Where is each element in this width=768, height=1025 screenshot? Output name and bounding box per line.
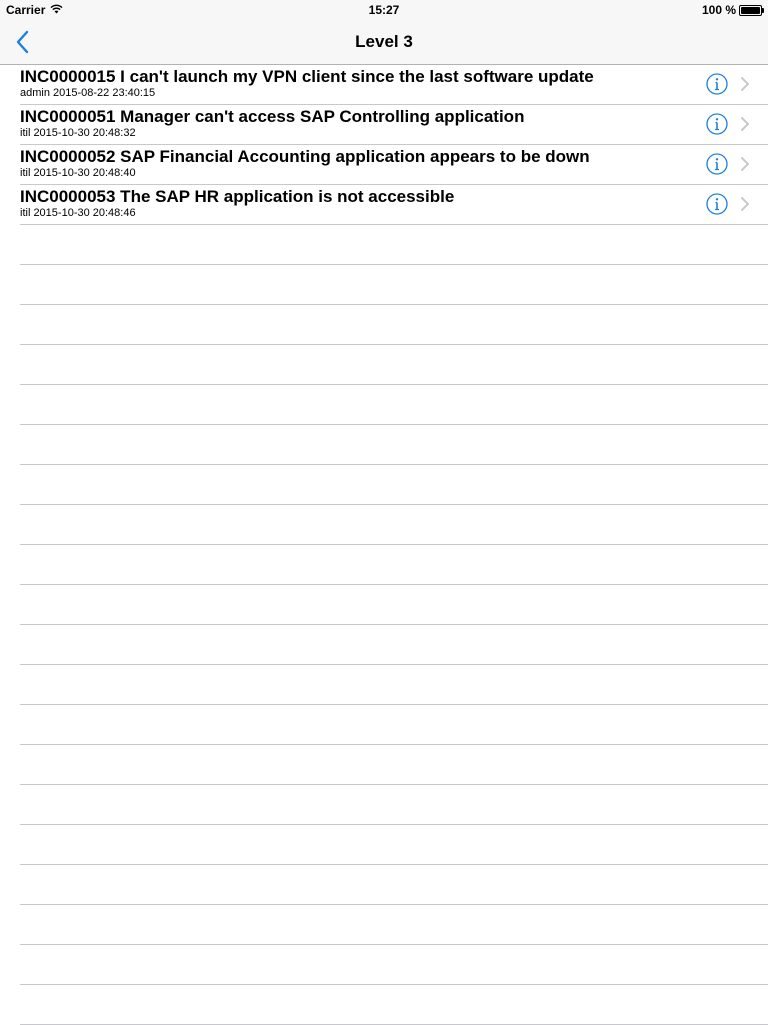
- empty-row: [20, 505, 768, 545]
- incident-row[interactable]: INC0000052 SAP Financial Accounting appl…: [20, 145, 768, 185]
- incident-title: INC0000051 Manager can't access SAP Cont…: [20, 107, 525, 126]
- empty-row: [20, 305, 768, 345]
- chevron-right-icon: [741, 197, 749, 211]
- empty-row: [20, 625, 768, 665]
- empty-row: [20, 265, 768, 305]
- incident-subtitle: itil 2015-10-30 20:48:40: [20, 167, 136, 179]
- incident-subtitle: itil 2015-10-30 20:48:32: [20, 127, 136, 139]
- info-icon[interactable]: [706, 193, 728, 215]
- incident-subtitle: itil 2015-10-30 20:48:46: [20, 207, 136, 219]
- incident-title: INC0000015 I can't launch my VPN client …: [20, 67, 594, 86]
- info-icon[interactable]: [706, 73, 728, 95]
- info-icon[interactable]: [706, 153, 728, 175]
- empty-row: [20, 945, 768, 985]
- empty-row: [20, 545, 768, 585]
- empty-row: [20, 905, 768, 945]
- empty-row: [20, 425, 768, 465]
- empty-row: [20, 345, 768, 385]
- empty-row: [20, 745, 768, 785]
- chevron-right-icon: [741, 77, 749, 91]
- incident-row[interactable]: INC0000053 The SAP HR application is not…: [20, 185, 768, 225]
- status-bar: Carrier 15:27 100 %: [0, 0, 768, 20]
- empty-row: [20, 865, 768, 905]
- navigation-bar: Level 3: [0, 20, 768, 65]
- chevron-right-icon: [741, 117, 749, 131]
- empty-row: [20, 385, 768, 425]
- empty-row: [20, 665, 768, 705]
- incident-row[interactable]: INC0000015 I can't launch my VPN client …: [20, 65, 768, 105]
- empty-row: [20, 985, 768, 1025]
- battery-icon: [739, 4, 764, 16]
- incident-title: INC0000053 The SAP HR application is not…: [20, 187, 455, 206]
- chevron-right-icon: [741, 157, 749, 171]
- empty-row: [20, 465, 768, 505]
- info-icon[interactable]: [706, 113, 728, 135]
- page-title: Level 3: [355, 32, 413, 51]
- incident-title: INC0000052 SAP Financial Accounting appl…: [20, 147, 590, 166]
- battery-label: 100 %: [701, 3, 736, 17]
- incident-subtitle: admin 2015-08-22 23:40:15: [20, 87, 156, 99]
- empty-row: [20, 785, 768, 825]
- empty-row: [20, 825, 768, 865]
- empty-table-area: [0, 225, 768, 1025]
- incident-row[interactable]: INC0000051 Manager can't access SAP Cont…: [20, 105, 768, 145]
- incident-list: INC0000015 I can't launch my VPN client …: [0, 65, 768, 1025]
- battery: 100 %: [701, 3, 764, 17]
- empty-row: [20, 585, 768, 625]
- status-time: 15:27: [368, 3, 400, 17]
- empty-row: [20, 705, 768, 745]
- empty-row: [20, 225, 768, 265]
